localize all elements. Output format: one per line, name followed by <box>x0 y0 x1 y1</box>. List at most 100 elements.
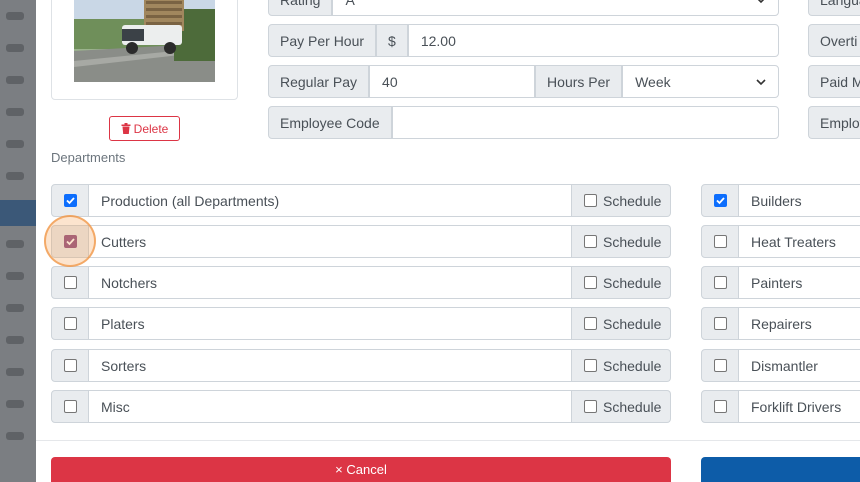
edit-employee-modal: Delete Rating A Pay Per Hour $ 12.00 Reg… <box>36 0 860 482</box>
schedule-toggle[interactable]: Schedule <box>572 307 671 340</box>
department-checkbox-builders[interactable] <box>713 194 727 207</box>
background-nav-item <box>6 172 24 180</box>
rating-label: Rating <box>268 0 333 16</box>
background-nav-item <box>6 140 24 148</box>
overtime-label: Overti <box>808 24 860 57</box>
regular-pay-input[interactable]: 40 <box>369 65 536 98</box>
department-checkbox-cell <box>701 390 739 423</box>
schedule-checkbox[interactable] <box>584 359 597 372</box>
rating-select[interactable]: A <box>332 0 779 16</box>
department-checkbox-cell <box>51 266 89 299</box>
schedule-toggle[interactable]: Schedule <box>572 390 671 423</box>
department-checkbox-platers[interactable] <box>63 317 77 330</box>
language-label: Langua <box>808 0 860 16</box>
employment-label: Employ <box>808 106 860 139</box>
department-row-cutters: Cutters Schedule <box>51 225 671 258</box>
schedule-toggle[interactable]: Schedule <box>572 266 671 299</box>
employee-photo <box>74 0 215 82</box>
pay-per-hour-input[interactable]: 12.00 <box>407 24 779 57</box>
department-row-production: Production (all Departments) Schedule <box>51 184 671 217</box>
background-nav-item-active <box>0 200 36 226</box>
department-checkbox-notchers[interactable] <box>63 276 77 289</box>
delete-photo-button[interactable]: Delete <box>109 116 180 141</box>
department-checkbox-dismantler[interactable] <box>713 359 727 372</box>
pay-per-hour-value: 12.00 <box>420 32 456 49</box>
schedule-label: Schedule <box>603 398 662 415</box>
department-name: Sorters <box>89 349 572 382</box>
schedule-checkbox[interactable] <box>584 400 597 413</box>
save-button[interactable] <box>701 457 860 482</box>
department-name: Production (all Departments) <box>89 184 572 217</box>
modal-footer-divider <box>36 440 860 441</box>
departments-section-label: Departments <box>51 150 126 165</box>
trash-icon <box>121 123 131 134</box>
schedule-toggle[interactable]: Schedule <box>572 184 671 217</box>
overtime-field-group: Overti <box>808 24 860 57</box>
department-name: Repairers <box>739 307 860 340</box>
employee-photo-card <box>51 0 238 100</box>
department-checkbox-sorters[interactable] <box>63 359 77 372</box>
department-checkbox-production[interactable] <box>63 194 77 207</box>
department-row-dismantler: Dismantler <box>701 349 860 382</box>
department-checkbox-cell <box>701 266 739 299</box>
truck-photo-image <box>74 0 215 82</box>
employment-field-group: Employ <box>808 106 860 139</box>
pay-per-hour-label: Pay Per Hour <box>268 24 377 57</box>
schedule-label: Schedule <box>603 233 662 250</box>
rating-field-group: Rating A <box>268 0 779 16</box>
department-checkbox-cutters[interactable] <box>63 235 77 248</box>
department-checkbox-cell <box>51 225 89 258</box>
department-checkbox-cell <box>51 349 89 382</box>
checkmark-icon <box>65 197 75 205</box>
schedule-toggle[interactable]: Schedule <box>572 225 671 258</box>
hours-per-label: Hours Per <box>535 65 623 98</box>
department-checkbox-painters[interactable] <box>713 276 727 289</box>
background-nav-item <box>6 432 24 440</box>
background-nav-item <box>6 240 24 248</box>
department-checkbox-repairers[interactable] <box>713 317 727 330</box>
regular-pay-value: 40 <box>382 73 398 90</box>
department-name: Forklift Drivers <box>739 390 860 423</box>
employee-code-input[interactable] <box>391 106 779 139</box>
chevron-down-icon <box>758 0 764 3</box>
employee-code-field-group: Employee Code <box>268 106 779 139</box>
department-name: Misc <box>89 390 572 423</box>
pay-per-hour-field-group: Pay Per Hour $ 12.00 <box>268 24 779 57</box>
schedule-label: Schedule <box>603 315 662 332</box>
department-checkbox-heat-treaters[interactable] <box>713 235 727 248</box>
department-row-painters: Painters <box>701 266 860 299</box>
department-checkbox-cell <box>701 184 739 217</box>
background-nav-item <box>6 336 24 344</box>
hours-per-select[interactable]: Week <box>622 65 779 98</box>
delete-button-label: Delete <box>133 121 169 136</box>
background-nav-item <box>6 108 24 116</box>
department-checkbox-cell <box>701 307 739 340</box>
background-nav-item <box>6 12 24 20</box>
department-row-platers: Platers Schedule <box>51 307 671 340</box>
department-name: Builders <box>739 184 860 217</box>
schedule-toggle[interactable]: Schedule <box>572 349 671 382</box>
department-checkbox-cell <box>51 307 89 340</box>
background-sidebar <box>0 0 36 482</box>
currency-symbol: $ <box>376 24 408 57</box>
department-checkbox-cell <box>51 184 89 217</box>
schedule-checkbox[interactable] <box>584 235 597 248</box>
chevron-down-icon <box>756 78 766 85</box>
department-name: Notchers <box>89 266 572 299</box>
department-row-builders: Builders <box>701 184 860 217</box>
schedule-checkbox[interactable] <box>584 276 597 289</box>
regular-pay-label: Regular Pay <box>268 65 370 98</box>
paid-meal-label: Paid M <box>808 65 860 98</box>
department-checkbox-misc[interactable] <box>63 400 77 413</box>
schedule-checkbox[interactable] <box>584 194 597 207</box>
department-checkbox-forklift-drivers[interactable] <box>713 400 727 413</box>
background-nav-item <box>6 304 24 312</box>
department-checkbox-cell <box>701 349 739 382</box>
schedule-label: Schedule <box>603 192 662 209</box>
hours-per-selected-value: Week <box>635 73 671 90</box>
schedule-label: Schedule <box>603 274 662 291</box>
cancel-button-label: × Cancel <box>335 462 387 477</box>
schedule-checkbox[interactable] <box>584 317 597 330</box>
cancel-button[interactable]: × Cancel <box>51 457 671 482</box>
department-checkbox-cell <box>51 390 89 423</box>
